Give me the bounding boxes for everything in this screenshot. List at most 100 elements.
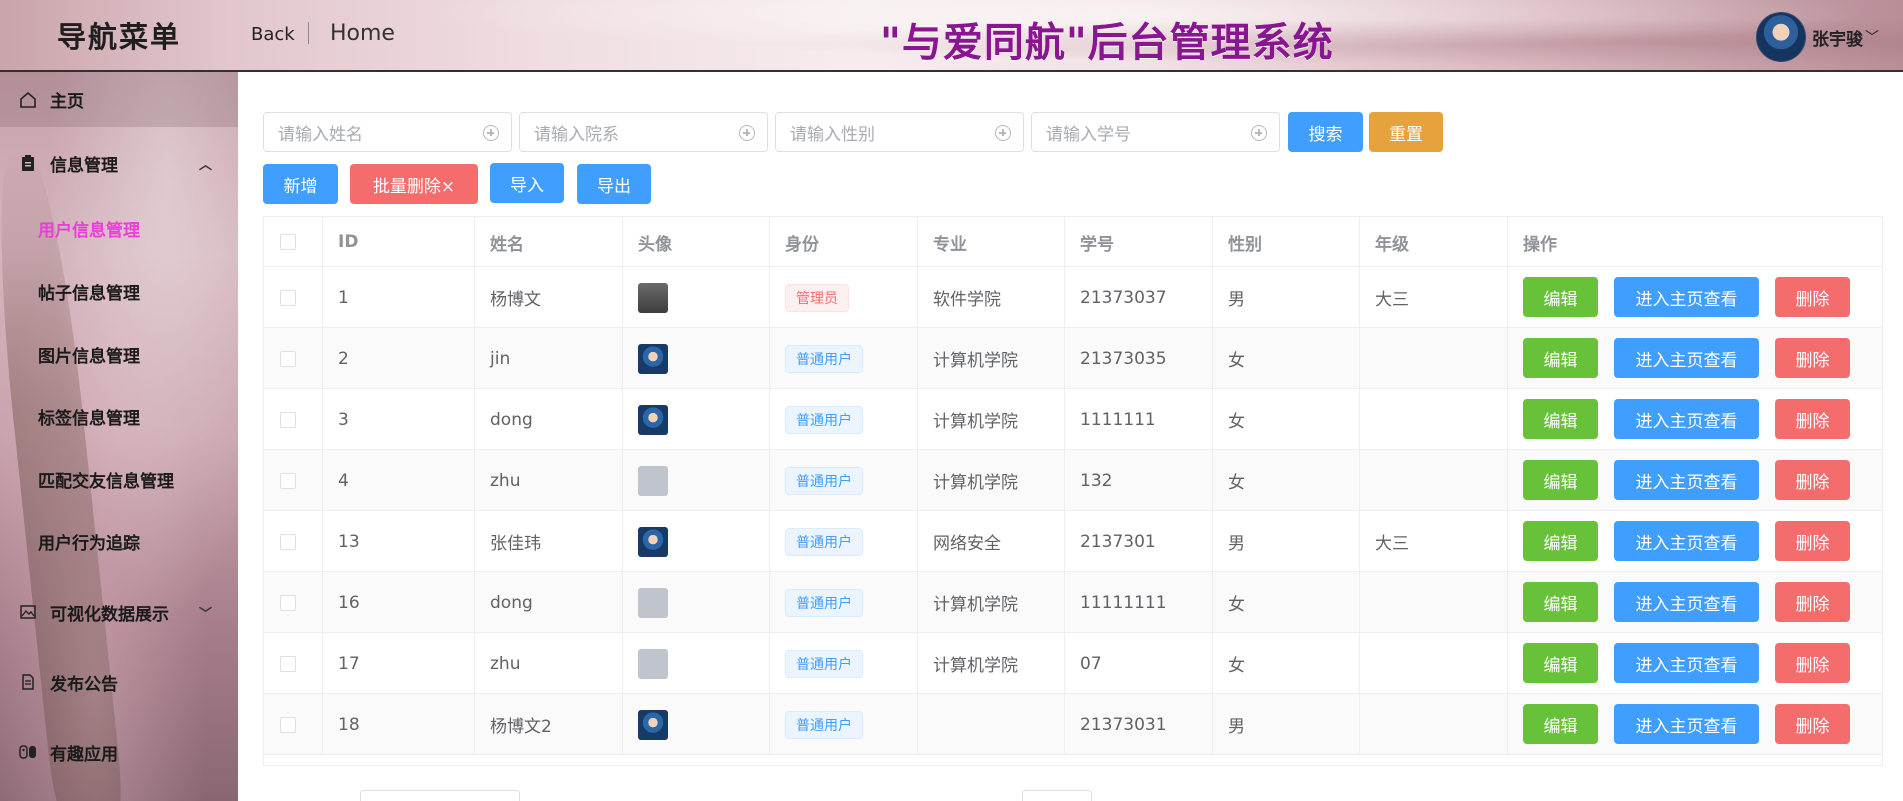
table-row[interactable]: 4 zhu 普通用户 计算机学院 132 女 编辑 进入主页查看 删除	[264, 450, 1882, 511]
row-checkbox[interactable]	[280, 472, 296, 489]
row-checkbox[interactable]	[280, 533, 296, 550]
column-header[interactable]: 姓名	[475, 217, 623, 267]
column-header[interactable]: 性别	[1213, 217, 1360, 267]
add-button[interactable]: 新增	[263, 164, 338, 204]
view-homepage-button[interactable]: 进入主页查看	[1614, 704, 1759, 744]
view-homepage-button[interactable]: 进入主页查看	[1614, 460, 1759, 500]
delete-button[interactable]: 删除	[1775, 399, 1850, 439]
edit-button[interactable]: 编辑	[1523, 460, 1598, 500]
avatar[interactable]	[638, 343, 668, 374]
edit-button[interactable]: 编辑	[1523, 582, 1598, 622]
row-checkbox[interactable]	[280, 289, 296, 306]
cell-major: 计算机学院	[918, 328, 1065, 389]
avatar[interactable]	[638, 282, 668, 313]
view-homepage-button[interactable]: 进入主页查看	[1614, 338, 1759, 378]
page-size-select[interactable]	[360, 790, 520, 801]
chevron-down-icon[interactable]: ﹀	[1865, 27, 1879, 47]
row-checkbox[interactable]	[280, 350, 296, 367]
sidebar-item-post-info[interactable]: 帖子信息管理	[38, 279, 140, 304]
delete-button[interactable]: 删除	[1775, 277, 1850, 317]
sidebar-item-image-info[interactable]: 图片信息管理	[38, 342, 140, 367]
column-header[interactable]: 年级	[1360, 217, 1508, 267]
cell-id: 1	[323, 267, 475, 328]
table-row[interactable]: 18 杨博文2 普通用户 21373031 男 编辑 进入主页查看 删除	[264, 694, 1882, 755]
table-row[interactable]: 3 dong 普通用户 计算机学院 1111111 女 编辑 进入主页查看 删除	[264, 389, 1882, 450]
column-header[interactable]: 专业	[918, 217, 1065, 267]
cell-gender: 女	[1213, 572, 1360, 633]
sidebar-item-home[interactable]: 主页	[0, 72, 238, 127]
import-button[interactable]: 导入	[490, 163, 564, 203]
sidebar-item-match-info[interactable]: 匹配交友信息管理	[38, 467, 174, 492]
cell-actions: 编辑 进入主页查看 删除	[1508, 511, 1882, 572]
row-checkbox[interactable]	[280, 655, 296, 672]
delete-button[interactable]: 删除	[1775, 338, 1850, 378]
name-search-input[interactable]: 请输入姓名	[263, 112, 512, 152]
avatar[interactable]	[638, 587, 668, 618]
select-all-checkbox[interactable]	[280, 234, 296, 250]
user-name[interactable]: 张宇骏	[1812, 25, 1863, 50]
sidebar-item-behavior-tracking[interactable]: 用户行为追踪	[38, 529, 140, 554]
user-menu[interactable]: 张宇骏 ﹀	[1756, 12, 1879, 62]
edit-button[interactable]: 编辑	[1523, 643, 1598, 683]
row-checkbox[interactable]	[280, 594, 296, 611]
column-header[interactable]: 学号	[1065, 217, 1213, 267]
table-row[interactable]: 2 jin 普通用户 计算机学院 21373035 女 编辑 进入主页查看 删除	[264, 328, 1882, 389]
sidebar-item-tag-info[interactable]: 标签信息管理	[38, 404, 140, 429]
cell-avatar	[623, 572, 770, 633]
export-button[interactable]: 导出	[577, 164, 651, 204]
main-content: 请输入姓名 请输入院系 请输入性别 请输入学号 搜索 重置 新增 批量删除× 导…	[238, 72, 1903, 801]
reset-button[interactable]: 重置	[1369, 112, 1443, 152]
sidebar-item-info-management[interactable]: 信息管理 ︿	[0, 133, 238, 193]
search-button[interactable]: 搜索	[1288, 112, 1363, 152]
table-row[interactable]: 16 dong 普通用户 计算机学院 11111111 女 编辑 进入主页查看 删除	[264, 572, 1882, 633]
cell-name: 张佳玮	[475, 511, 623, 572]
view-homepage-button[interactable]: 进入主页查看	[1614, 643, 1759, 683]
edit-button[interactable]: 编辑	[1523, 521, 1598, 561]
view-homepage-button[interactable]: 进入主页查看	[1614, 521, 1759, 561]
cell-actions: 编辑 进入主页查看 删除	[1508, 450, 1882, 511]
table-row[interactable]: 13 张佳玮 普通用户 网络安全 2137301 男大三 编辑 进入主页查看 删除	[264, 511, 1882, 572]
sidebar-item-fun-apps[interactable]: 有趣应用	[0, 722, 238, 782]
back-link[interactable]: Back	[251, 24, 295, 45]
table-row[interactable]: 1 杨博文 管理员 软件学院 21373037 男大三 编辑 进入主页查看 删除	[264, 267, 1882, 328]
avatar[interactable]	[638, 465, 668, 496]
user-avatar[interactable]	[1756, 12, 1806, 62]
edit-button[interactable]: 编辑	[1523, 277, 1598, 317]
sidebar-item-label: 发布公告	[50, 674, 118, 695]
cell-major: 计算机学院	[918, 572, 1065, 633]
role-badge: 普通用户	[785, 649, 863, 678]
column-header[interactable]: 身份	[770, 217, 918, 267]
row-checkbox[interactable]	[280, 716, 296, 733]
student-id-search-input[interactable]: 请输入学号	[1031, 112, 1280, 152]
avatar[interactable]	[638, 526, 668, 557]
department-search-input[interactable]: 请输入院系	[519, 112, 768, 152]
avatar[interactable]	[638, 648, 668, 679]
edit-button[interactable]: 编辑	[1523, 338, 1598, 378]
row-checkbox[interactable]	[280, 411, 296, 428]
avatar[interactable]	[638, 709, 668, 740]
page-jump-input[interactable]	[1022, 790, 1092, 801]
column-header[interactable]: 操作	[1508, 217, 1882, 267]
cell-actions: 编辑 进入主页查看 删除	[1508, 267, 1882, 328]
sidebar-item-data-visualization[interactable]: 可视化数据展示 ﹀	[0, 582, 238, 642]
sidebar-item-user-info[interactable]: 用户信息管理	[38, 216, 140, 241]
batch-delete-button[interactable]: 批量删除×	[350, 164, 478, 204]
delete-button[interactable]: 删除	[1775, 643, 1850, 683]
cell-gender: 男	[1213, 694, 1360, 755]
column-header[interactable]: 头像	[623, 217, 770, 267]
breadcrumb-home[interactable]: Home	[330, 21, 395, 46]
view-homepage-button[interactable]: 进入主页查看	[1614, 277, 1759, 317]
sidebar-item-announcement[interactable]: 发布公告	[0, 652, 238, 712]
delete-button[interactable]: 删除	[1775, 582, 1850, 622]
delete-button[interactable]: 删除	[1775, 460, 1850, 500]
delete-button[interactable]: 删除	[1775, 521, 1850, 561]
edit-button[interactable]: 编辑	[1523, 704, 1598, 744]
gender-search-input[interactable]: 请输入性别	[775, 112, 1024, 152]
delete-button[interactable]: 删除	[1775, 704, 1850, 744]
view-homepage-button[interactable]: 进入主页查看	[1614, 582, 1759, 622]
table-row[interactable]: 17 zhu 普通用户 计算机学院 07 女 编辑 进入主页查看 删除	[264, 633, 1882, 694]
avatar[interactable]	[638, 404, 668, 435]
column-header[interactable]: ID	[323, 217, 475, 267]
view-homepage-button[interactable]: 进入主页查看	[1614, 399, 1759, 439]
edit-button[interactable]: 编辑	[1523, 399, 1598, 439]
